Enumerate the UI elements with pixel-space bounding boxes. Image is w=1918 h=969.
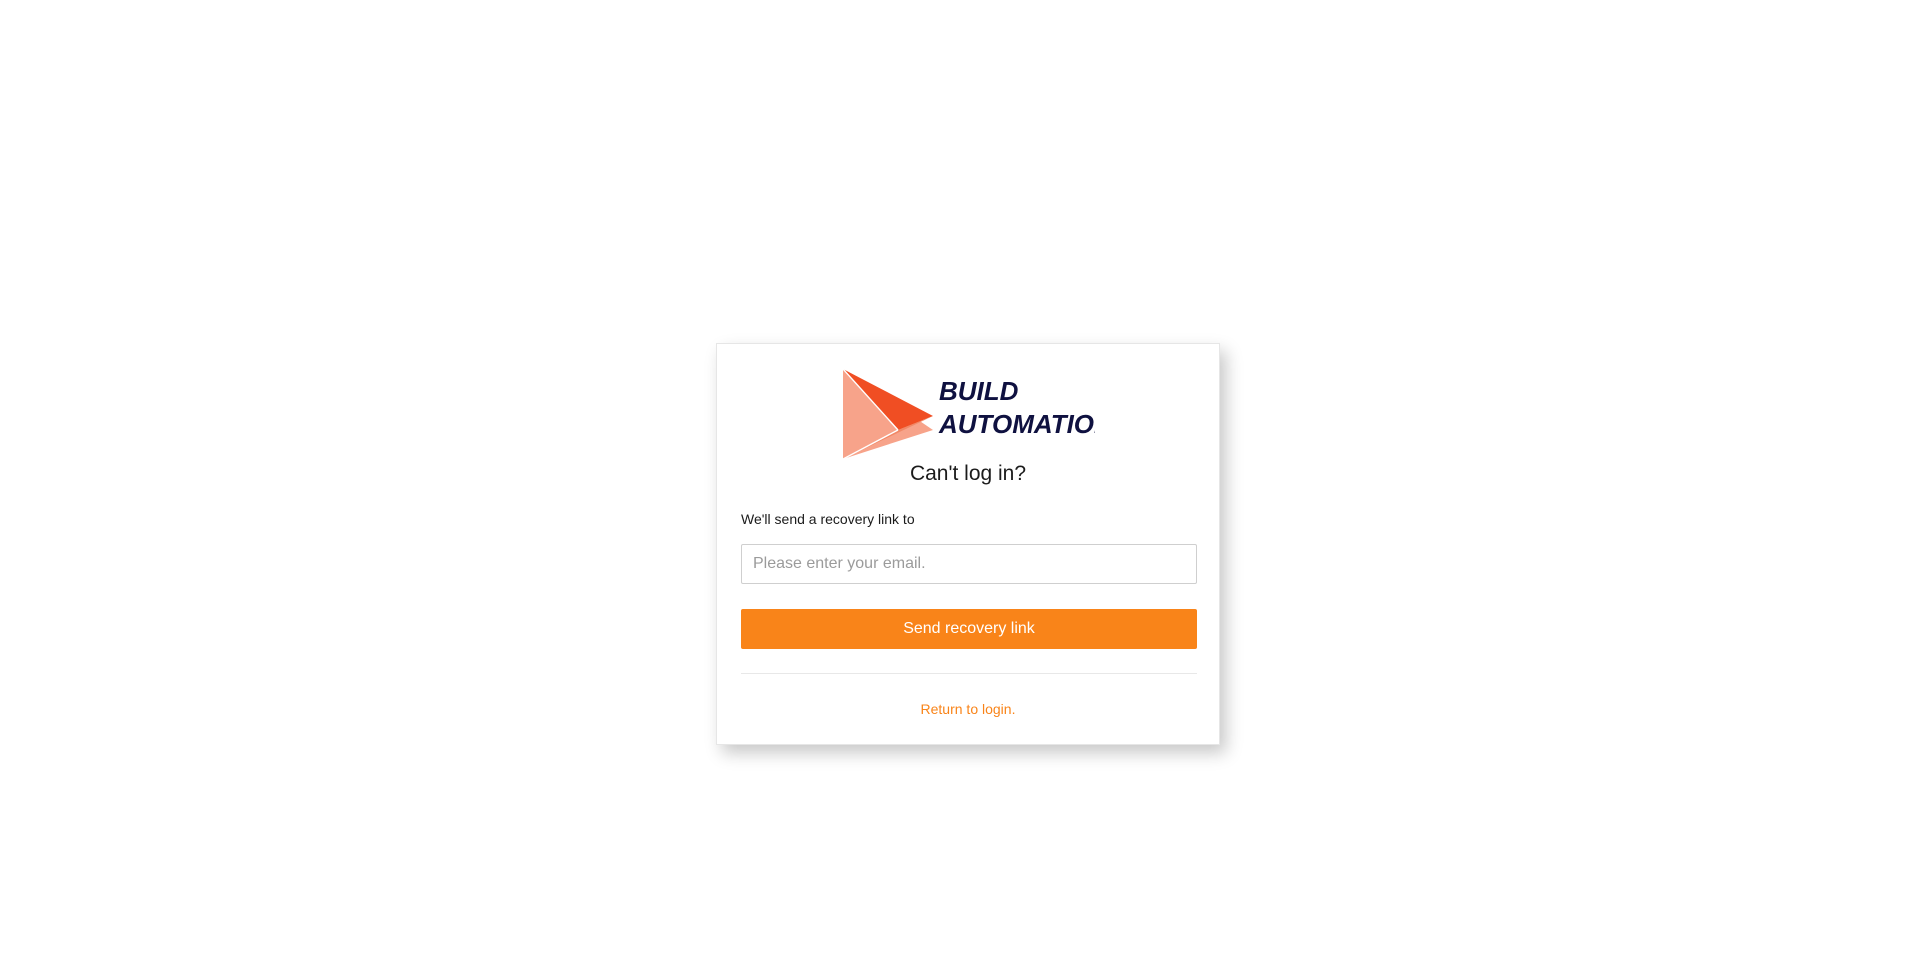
page-title: Can't log in? [909, 462, 1027, 485]
return-to-login-link[interactable]: Return to login. [717, 701, 1219, 717]
logo-line1: BUILD [939, 376, 1019, 406]
send-recovery-link-button[interactable]: Send recovery link [741, 609, 1197, 649]
build-automation-logo: BUILD AUTOMATION [843, 369, 1095, 459]
email-field[interactable] [741, 544, 1197, 584]
logo-line2: AUTOMATION [938, 409, 1095, 439]
recovery-label: We'll send a recovery link to [741, 511, 915, 527]
recovery-card: BUILD AUTOMATION Can't log in? We'll sen… [716, 343, 1220, 745]
divider [741, 673, 1197, 674]
